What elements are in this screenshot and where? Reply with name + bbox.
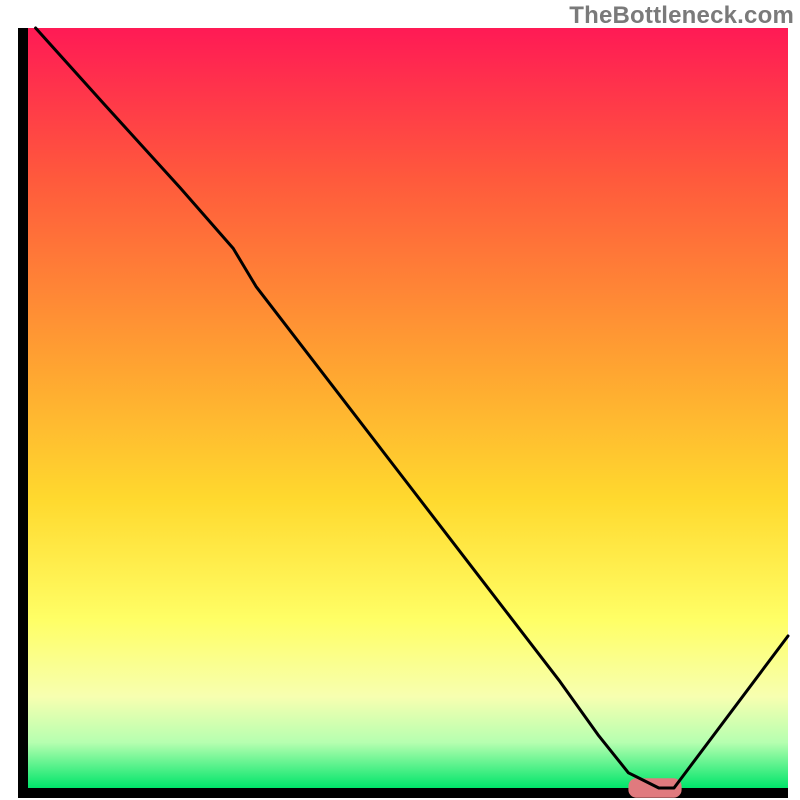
watermark-label: TheBottleneck.com xyxy=(569,2,794,30)
plot-background xyxy=(28,28,788,788)
bottleneck-chart: TheBottleneck.com xyxy=(0,0,800,800)
chart-svg xyxy=(0,0,800,800)
